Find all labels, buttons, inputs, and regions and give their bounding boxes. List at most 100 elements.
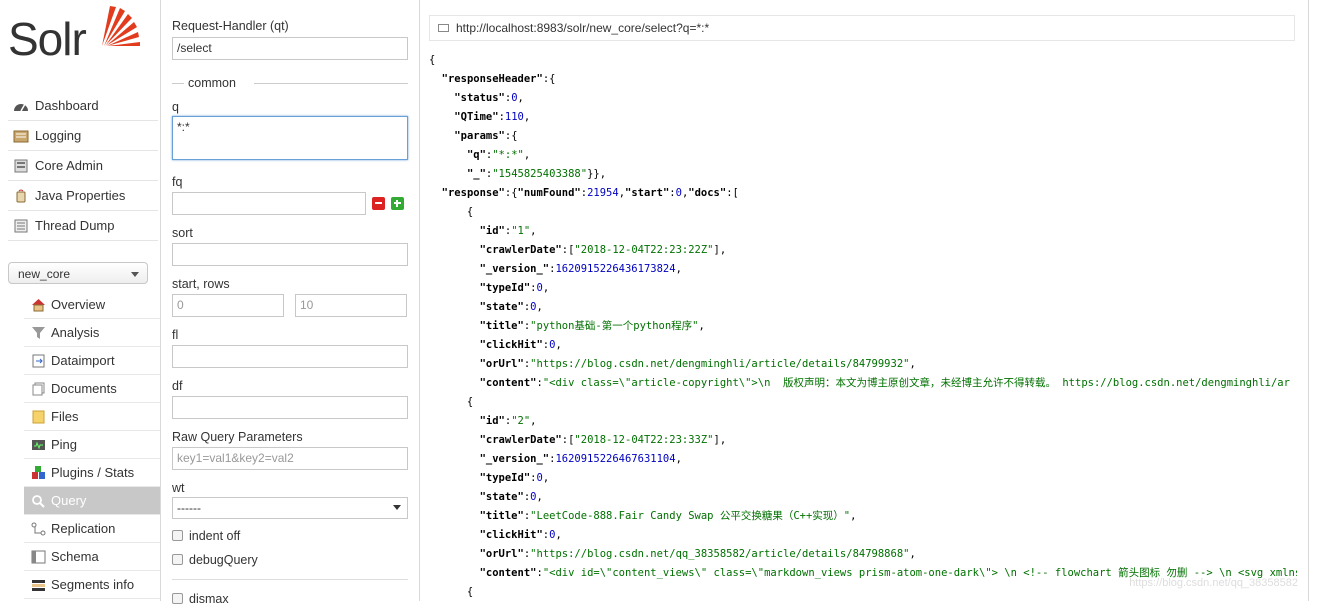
json-key: "typeId": [479, 472, 531, 484]
replication-icon: [31, 522, 46, 536]
json-key: "params": [454, 130, 505, 142]
raw-params-input[interactable]: key1=val1&key2=val2: [172, 447, 408, 470]
core-menu-item-analysis[interactable]: Analysis: [24, 319, 160, 347]
java-icon: [13, 189, 29, 203]
core-menu-item-label: Overview: [51, 297, 106, 312]
json-punct: [429, 415, 480, 427]
core-menu-item-files[interactable]: Files: [24, 403, 160, 431]
core-menu-item-label: Segments info: [51, 577, 135, 592]
wt-select[interactable]: ------: [172, 497, 408, 519]
core-menu-item-replication[interactable]: Replication: [24, 515, 160, 543]
json-string: "2018-12-04T22:23:33Z": [574, 434, 714, 446]
start-input[interactable]: 0: [172, 294, 284, 317]
debug-query-label: debugQuery: [189, 553, 258, 567]
main-menu-item-logging[interactable]: Logging: [8, 121, 158, 151]
json-key: "title": [479, 320, 524, 332]
json-line: "id":"1",: [429, 222, 1297, 241]
plugins-icon: [31, 465, 46, 480]
json-punct: [429, 320, 480, 332]
form-divider: [172, 579, 408, 580]
core-menu-item-schema[interactable]: Schema: [24, 543, 160, 571]
request-handler-label: Request-Handler (qt): [172, 19, 289, 33]
core-menu-item-overview[interactable]: Overview: [24, 291, 160, 319]
fl-input[interactable]: [172, 345, 408, 368]
main-menu-item-thread-dump[interactable]: Thread Dump: [8, 211, 158, 241]
request-handler-input[interactable]: /select: [172, 37, 408, 60]
start-rows-label: start, rows: [172, 277, 230, 291]
json-punct: ],: [713, 434, 727, 446]
json-punct: [429, 130, 454, 142]
json-punct: ],: [713, 244, 727, 256]
main-menu-item-dashboard[interactable]: Dashboard: [8, 91, 158, 121]
json-key: "clickHit": [479, 529, 543, 541]
json-string: "https://blog.csdn.net/dengminghli/artic…: [530, 358, 910, 370]
q-value: *:*: [177, 120, 190, 134]
magnifier-icon: [31, 494, 46, 508]
json-string: "1545825403388": [492, 168, 588, 180]
core-selector[interactable]: new_core: [8, 262, 148, 284]
json-punct: [429, 567, 480, 579]
solr-logo[interactable]: Solr: [8, 2, 148, 70]
json-line: "content":"<div class=\"article-copyrigh…: [429, 374, 1297, 393]
json-punct: ,: [698, 320, 705, 332]
common-legend-label: common: [186, 76, 238, 90]
debug-query-checkbox[interactable]: [172, 554, 183, 565]
json-string: "1": [511, 225, 531, 237]
json-punct: [429, 453, 480, 465]
json-line: "clickHit":0,: [429, 336, 1297, 355]
json-key: "status": [454, 92, 505, 104]
core-menu-item-documents[interactable]: Documents: [24, 375, 160, 403]
response-panel: http://localhost:8983/solr/new_core/sele…: [418, 0, 1309, 601]
thread-dump-icon: [13, 219, 29, 233]
indent-checkbox[interactable]: [172, 530, 183, 541]
fq-label: fq: [172, 175, 183, 189]
json-line: "responseHeader":{: [429, 70, 1297, 89]
json-key: "response": [441, 187, 505, 199]
json-key: "_": [466, 168, 486, 180]
json-key: "QTime": [454, 111, 499, 123]
main-menu-item-label: Dashboard: [35, 98, 99, 113]
json-punct: ,: [523, 111, 531, 123]
main-menu-item-java-properties[interactable]: Java Properties: [8, 181, 158, 211]
core-menu-item-query[interactable]: Query: [24, 487, 160, 515]
fq-input[interactable]: [172, 192, 366, 215]
json-punct: [429, 282, 480, 294]
json-punct: ,: [909, 358, 916, 370]
request-url-bar[interactable]: http://localhost:8983/solr/new_core/sele…: [429, 15, 1295, 41]
json-key: "state": [479, 491, 524, 503]
json-punct: ,: [542, 282, 550, 294]
main-menu-item-core-admin[interactable]: Core Admin: [8, 151, 158, 181]
json-key: "clickHit": [479, 339, 543, 351]
json-punct: [429, 510, 480, 522]
json-punct: ,: [542, 472, 550, 484]
remove-fq-button[interactable]: [372, 197, 385, 210]
core-menu-item-dataimport[interactable]: Dataimport: [24, 347, 160, 375]
json-line: {: [429, 393, 1297, 412]
json-punct: [429, 529, 480, 541]
core-menu-item-plugins-stats[interactable]: Plugins / Stats: [24, 459, 160, 487]
json-punct: ,: [850, 510, 857, 522]
json-punct: :{: [504, 130, 518, 142]
core-menu-item-ping[interactable]: Ping: [24, 431, 160, 459]
fl-label: fl: [172, 328, 179, 342]
json-string: "<div class=\"article-copyright\">\n 版权声…: [542, 377, 1290, 389]
json-string: "https://blog.csdn.net/qq_38358582/artic…: [530, 548, 910, 560]
folder-icon: [31, 410, 46, 424]
json-punct: [429, 339, 480, 351]
json-key: "q": [466, 149, 486, 161]
dismax-label: dismax: [189, 592, 229, 606]
json-punct: {: [429, 54, 436, 66]
json-response: { "responseHeader":{ "status":0, "QTime"…: [429, 51, 1297, 601]
json-punct: [429, 244, 480, 256]
json-line: "title":"LeetCode-888.Fair Candy Swap 公平…: [429, 507, 1297, 526]
json-key: "id": [479, 415, 505, 427]
q-textarea[interactable]: *:*: [172, 116, 408, 160]
json-key: "numFound": [517, 187, 581, 199]
json-key: "content": [479, 567, 537, 579]
dismax-checkbox[interactable]: [172, 593, 183, 604]
df-input[interactable]: [172, 396, 408, 419]
add-fq-button[interactable]: [391, 197, 404, 210]
sort-input[interactable]: [172, 243, 408, 266]
rows-input[interactable]: 10: [295, 294, 407, 317]
core-menu-item-segments-info[interactable]: Segments info: [24, 571, 160, 599]
